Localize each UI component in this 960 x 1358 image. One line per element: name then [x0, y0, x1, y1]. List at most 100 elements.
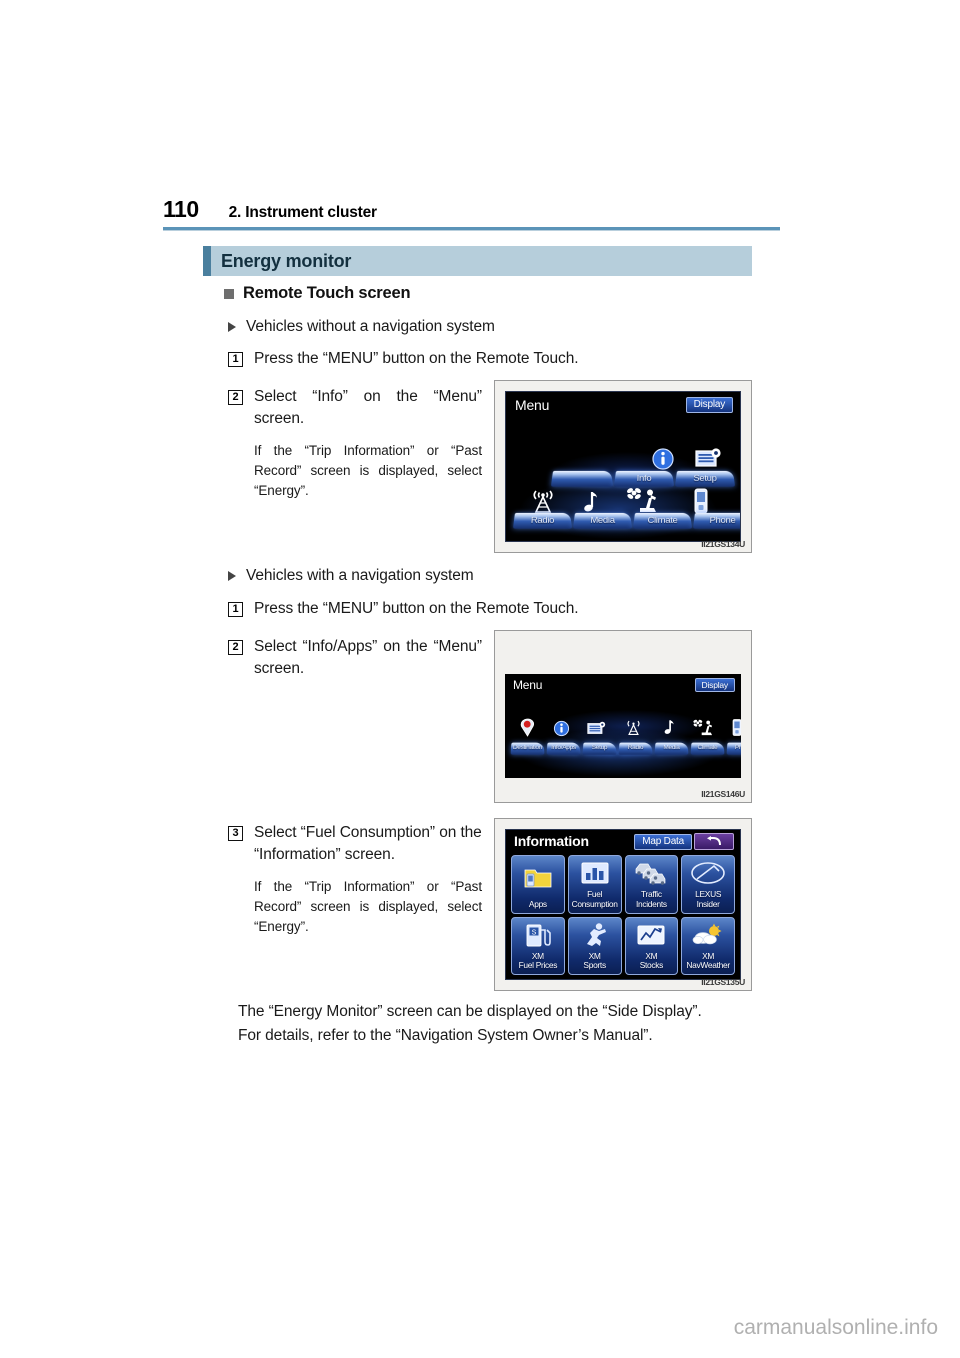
step-text-1b: Press the “MENU” button on the Remote To… — [254, 600, 579, 617]
tile-destination[interactable]: Destination — [510, 742, 545, 755]
closing-line-2: For details, refer to the “Navigation Sy… — [238, 1027, 653, 1044]
tile-climate[interactable]: Climate — [632, 512, 693, 529]
info-button-xm-stocks[interactable]: XM Stocks — [624, 916, 679, 975]
step-note-2a: If the “Trip Information” or “Past Recor… — [254, 443, 482, 498]
tile-radio[interactable]: Radio — [512, 512, 573, 529]
tile-info[interactable]: Info — [613, 470, 675, 487]
step-text-2b: Select “Info/Apps” on the “Menu” screen. — [254, 638, 482, 677]
label-line2: NavWeather — [686, 960, 730, 971]
bullet-label: Vehicles with a navigation system — [246, 567, 474, 584]
page-number: 110 — [163, 196, 199, 222]
info-button-label-lexus-insider: LEXUS Insider — [694, 890, 722, 910]
triangle-bullet-icon — [228, 322, 236, 332]
figure-code-menu-basic: II21GS134U — [701, 539, 745, 549]
information-button-grid: Apps Fuel Consumption Traffic Incidents … — [511, 855, 735, 975]
info-button-label-fuel-consumption: Fuel Consumption — [571, 890, 619, 910]
tile-label-setup: Setup — [693, 473, 717, 484]
step-text-3b: Select “Fuel Consumption” on the “Inform… — [254, 824, 482, 863]
map-data-button[interactable]: Map Data — [634, 834, 692, 850]
bullet-label: Vehicles without a navigation system — [246, 318, 495, 335]
tile-label-climate: Climate — [697, 744, 718, 751]
label-line2: Fuel Prices — [518, 960, 558, 971]
figure-code-information: II21GS135U — [701, 977, 745, 987]
menu-tile-row-bottom: Radio Media Climate Phone — [512, 512, 740, 529]
bullet-vehicles-with-nav: Vehicles with a navigation system — [228, 567, 474, 585]
tile-setup[interactable]: Setup — [582, 742, 617, 755]
section-title: Energy monitor — [221, 250, 352, 271]
info-button-lexus-insider[interactable]: LEXUS Insider — [681, 855, 735, 914]
traffic-cars-icon — [626, 856, 678, 890]
tile-setup[interactable]: Setup — [674, 470, 736, 487]
radio-antenna-icon — [624, 718, 643, 742]
tile-label-media: Media — [590, 515, 615, 526]
figure-code-menu-nav: II21GS146U — [701, 789, 745, 799]
tile-radio[interactable]: Radio — [618, 742, 653, 755]
screen-title-information: Information — [514, 833, 589, 849]
info-button-xm-fuel-prices[interactable]: S XM Fuel Prices — [511, 916, 565, 975]
info-button-label-xm-navweather: XM NavWeather — [685, 950, 730, 972]
header-divider-light — [163, 230, 780, 231]
info-button-xm-sports[interactable]: XM Sports — [567, 916, 622, 975]
info-button-fuel-consumption[interactable]: Fuel Consumption — [567, 855, 622, 914]
closing-line-1: The “Energy Monitor” screen can be displ… — [238, 1003, 702, 1020]
nav-screen-menu-nav: Menu Display Destination Info/Apps Setup… — [505, 674, 741, 778]
step-number-1b: 1 — [228, 602, 243, 617]
display-button-nav[interactable]: Display — [694, 678, 735, 692]
tile-climate[interactable]: Climate — [690, 742, 725, 755]
watermark: carmanualsonline.info — [733, 1316, 938, 1339]
display-button[interactable]: Display — [685, 397, 733, 413]
figure-menu-screen-nav: Menu Display Destination Info/Apps Setup… — [494, 630, 752, 803]
tile-label-radio: Radio — [530, 515, 555, 526]
nav-screen-information: Information Map Data Apps Fuel Consumpti… — [505, 829, 741, 980]
menu-nav-icon-row — [519, 718, 741, 742]
tile-phone[interactable]: Phone — [726, 742, 741, 755]
tile-info-apps[interactable]: Info/Apps — [546, 742, 581, 755]
step-number-2b: 2 — [228, 640, 243, 655]
fuel-pump-icon: S — [512, 918, 564, 952]
step-note-3b: If the “Trip Information” or “Past Recor… — [254, 879, 482, 934]
label-line2: Stocks — [639, 960, 664, 971]
triangle-bullet-icon — [228, 571, 236, 581]
phone-handset-icon — [731, 718, 741, 742]
lexus-logo-icon — [682, 856, 734, 890]
tile-phone[interactable]: Phone — [692, 512, 740, 529]
back-button[interactable] — [694, 833, 734, 850]
info-circle-icon — [553, 720, 570, 742]
info-button-label-apps: Apps — [528, 898, 547, 909]
subheading-label: Remote Touch screen — [243, 284, 411, 302]
nav-screen-menu-basic: Menu Display Info Setup Radio Media Clim… — [505, 391, 741, 542]
tile-media[interactable]: Media — [572, 512, 633, 529]
tile-label-media: Media — [663, 744, 680, 751]
tile-label-phone: Phone — [709, 515, 736, 526]
square-bullet-icon — [224, 288, 234, 299]
info-button-xm-navweather[interactable]: XM NavWeather — [681, 916, 735, 975]
destination-pin-icon — [519, 718, 536, 742]
setup-gear-list-icon — [587, 720, 607, 742]
info-button-traffic-incidents[interactable]: Traffic Incidents — [624, 855, 679, 914]
figure-information-screen: Information Map Data Apps Fuel Consumpti… — [494, 818, 752, 991]
chapter-title: 2. Instrument cluster — [228, 204, 377, 221]
page-header: 110 2. Instrument cluster — [163, 196, 780, 223]
weather-sun-cloud-icon — [682, 918, 734, 952]
section-band-accent — [203, 246, 211, 276]
menu-tile-row-top: Info Setup — [550, 470, 737, 487]
tile-spacer-left — [550, 470, 614, 487]
bar-chart-icon — [569, 856, 621, 890]
tile-label-info-apps: Info/Apps — [550, 744, 577, 751]
menu-nav-tile-row: Destination Info/Apps Setup Radio Media … — [510, 742, 741, 755]
label-line1: LEXUS — [695, 889, 722, 900]
label-line2: Insider — [696, 898, 720, 909]
label-line1: XM — [531, 950, 544, 961]
info-button-label-traffic-incidents: Traffic Incidents — [635, 890, 668, 910]
tile-label-phone: Phone — [734, 744, 741, 751]
info-button-apps[interactable]: Apps — [511, 855, 565, 914]
label-line1: XM — [588, 950, 601, 961]
nav-screen-menu-nav-wrapper: Menu Display Destination Info/Apps Setup… — [505, 641, 741, 792]
label-line1: XM — [702, 950, 715, 961]
tile-media[interactable]: Media — [654, 742, 689, 755]
climate-seat-fan-icon — [692, 719, 714, 742]
screen-title-menu: Menu — [515, 397, 550, 413]
tile-label-climate: Climate — [647, 515, 678, 526]
music-note-icon — [661, 719, 675, 742]
back-arrow-icon — [707, 836, 721, 846]
